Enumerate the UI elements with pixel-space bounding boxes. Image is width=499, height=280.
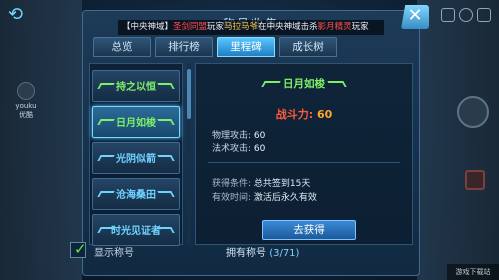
stat-physical-label: 物理攻击: — [212, 131, 252, 141]
side-action-button[interactable] — [457, 96, 489, 128]
marquee-suffix: 玩家 — [351, 22, 369, 32]
valid-time-label: 有效时间: — [212, 193, 252, 203]
show-title-checkbox[interactable]: ✓ — [70, 240, 87, 258]
marquee-player-name: 马拉马爷 — [224, 22, 259, 32]
title-list: 持之以恒 日月如梭 光阴似箭 沧海桑田 时光见证者 — [89, 63, 183, 246]
tab-overview[interactable]: 总览 — [93, 37, 151, 57]
corner-watermark: 游戏下载站 — [447, 264, 499, 280]
wing-left-icon — [261, 81, 281, 87]
mail-icon[interactable] — [477, 8, 491, 22]
title-item-days-fly[interactable]: 日月如梭 — [92, 106, 180, 138]
owned-titles-count: (3/71) — [269, 248, 300, 259]
title-item-sea-change[interactable]: 沧海桑田 — [92, 178, 180, 210]
title-collection-window: 称号收集 ✕ 总览 排行榜 里程碑 成长树 持之以恒 日月如梭 光阴似箭 沧海桑… — [82, 5, 429, 276]
wing-right-icon — [157, 119, 175, 125]
settings-icon[interactable] — [441, 8, 455, 22]
stat-magic-value: 60 — [253, 144, 266, 154]
right-backdrop — [417, 0, 499, 280]
youku-watermark: youku 优酷 — [6, 82, 46, 120]
scroll-thumb[interactable] — [187, 69, 191, 119]
obtain-condition: 获得条件: 总共签到15天 — [212, 176, 310, 189]
stat-physical: 物理攻击: 60 — [212, 128, 265, 141]
marquee-player-word: 玩家 — [207, 22, 225, 32]
list-scrollbar[interactable] — [187, 63, 191, 245]
title-item-time-arrow[interactable]: 光阴似箭 — [92, 142, 180, 174]
wing-right-icon — [327, 81, 347, 87]
stat-magic-label: 法术攻击: — [212, 144, 252, 154]
obtain-condition-value: 总共签到15天 — [253, 179, 311, 189]
tab-milestone[interactable]: 里程碑 — [217, 37, 275, 57]
tab-bar: 总览 排行榜 里程碑 成长树 — [93, 37, 337, 57]
combat-power: 战斗力: 60 — [196, 106, 412, 122]
side-small-button[interactable] — [465, 170, 485, 190]
marquee-victim: 影月精灵 — [317, 22, 352, 32]
marquee-prefix: 【中央神域】 — [122, 22, 174, 32]
tab-growth-tree[interactable]: 成长树 — [279, 37, 337, 57]
detail-title: 日月如梭 — [196, 76, 412, 91]
close-button[interactable]: ✕ — [401, 5, 429, 29]
stat-physical-value: 60 — [253, 131, 266, 141]
title-item-persistence[interactable]: 持之以恒 — [92, 70, 180, 102]
tab-ranking[interactable]: 排行榜 — [155, 37, 213, 57]
combat-power-value: 60 — [316, 108, 333, 121]
obtain-condition-label: 获得条件: — [212, 179, 252, 189]
left-backdrop — [0, 0, 82, 280]
detail-title-text: 日月如梭 — [283, 78, 325, 90]
show-title-label: 显示称号 — [94, 248, 134, 259]
youku-sub: 优酷 — [19, 111, 33, 119]
wing-right-icon — [157, 155, 175, 161]
valid-time: 有效时间: 激活后永久有效 — [212, 190, 317, 203]
valid-time-value: 激活后永久有效 — [253, 193, 317, 203]
chat-icon[interactable] — [459, 8, 473, 22]
title-item-time-witness[interactable]: 时光见证者 — [92, 214, 180, 246]
youku-logo-icon — [17, 82, 35, 100]
marquee-mid: 在中央神域击杀 — [258, 22, 318, 32]
stat-magic: 法术攻击: 60 — [212, 141, 265, 154]
combat-power-label: 战斗力: — [275, 108, 314, 121]
owned-titles: 拥有称号 (3/71) — [226, 244, 299, 259]
wing-right-icon — [157, 83, 175, 89]
go-obtain-button[interactable]: 去获得 — [262, 220, 356, 240]
wing-right-icon — [157, 191, 175, 197]
divider — [208, 162, 400, 163]
checkmark-icon: ✓ — [74, 240, 87, 258]
youku-brand: youku — [15, 102, 37, 110]
back-arrow-icon[interactable]: ⟲ — [8, 6, 30, 24]
broadcast-marquee: 【中央神域】圣剑同盟玩家马拉马爷在中央神域击杀影月精灵玩家 — [118, 20, 384, 35]
marquee-guild: 圣剑同盟 — [173, 22, 208, 32]
wing-right-icon — [157, 227, 175, 233]
title-detail-panel: 日月如梭 战斗力: 60 物理攻击: 60 法术攻击: 60 获得条件: 总共签… — [195, 63, 413, 245]
owned-titles-label: 拥有称号 — [226, 248, 266, 259]
